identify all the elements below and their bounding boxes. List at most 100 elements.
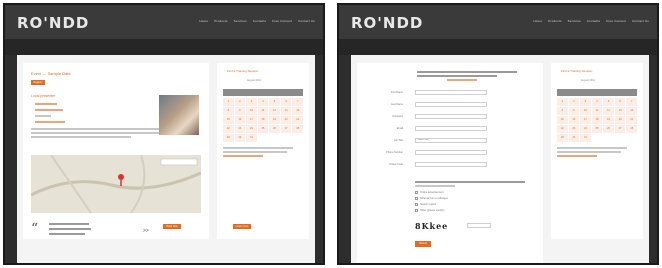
calendar-day[interactable]: 5 — [603, 98, 614, 106]
calendar-day[interactable]: 15 — [223, 116, 234, 124]
postal-code-field[interactable] — [415, 162, 487, 167]
calendar-day[interactable]: 4 — [591, 98, 603, 106]
calendar-day[interactable]: 4 — [257, 98, 269, 106]
nav-item-products[interactable]: Products — [548, 19, 561, 23]
calendar-day[interactable]: 16 — [568, 116, 580, 124]
calendar-day[interactable]: 6 — [614, 98, 626, 106]
job-title-select[interactable]: Select one — [415, 138, 487, 143]
calendar-day[interactable]: 2 — [568, 98, 580, 106]
calendar-day[interactable]: 5 — [269, 98, 280, 106]
calendar-day[interactable]: 13 — [614, 107, 626, 115]
calendar-day[interactable]: 9 — [234, 107, 246, 115]
calendar-day[interactable]: 27 — [614, 125, 626, 133]
calendar-day[interactable]: 12 — [603, 107, 614, 115]
calendar-day[interactable]: 23 — [568, 125, 580, 133]
calendar-day[interactable]: 7 — [626, 98, 637, 106]
calendar-day[interactable]: 22 — [557, 125, 568, 133]
calendar-day[interactable]: 16 — [234, 116, 246, 124]
calendar-day[interactable]: 12 — [269, 107, 280, 115]
calendar-day[interactable]: 26 — [603, 125, 614, 133]
calendar-day[interactable]: 29 — [223, 134, 234, 142]
register-button[interactable]: Register — [31, 80, 45, 85]
calendar-day[interactable]: 1 — [557, 98, 568, 106]
checkbox[interactable] — [415, 197, 418, 200]
last-name-field[interactable] — [415, 102, 487, 107]
learn-more-button[interactable]: Learn more — [233, 224, 251, 229]
company-field[interactable] — [415, 114, 487, 119]
nav-item-free-content[interactable]: Free Content — [606, 19, 626, 23]
calendar-day[interactable]: 6 — [280, 98, 292, 106]
calendar-day[interactable]: 24 — [246, 125, 257, 133]
option-row[interactable]: Search engine — [415, 203, 436, 206]
option-row[interactable]: Online advertisement — [415, 191, 444, 194]
nav-item-products[interactable]: Products — [214, 19, 227, 23]
calendar-day[interactable]: 14 — [626, 107, 637, 115]
calendar-day[interactable]: 25 — [591, 125, 603, 133]
calendar-day[interactable]: 18 — [591, 116, 603, 124]
book-now-button[interactable]: Book Now — [163, 224, 181, 229]
email-field[interactable] — [415, 126, 487, 131]
phone-field[interactable] — [415, 150, 487, 155]
intro-link[interactable] — [447, 79, 477, 81]
calendar-day[interactable]: 19 — [603, 116, 614, 124]
calendar-day[interactable]: 31 — [580, 134, 591, 142]
calendar-day[interactable]: 3 — [580, 98, 591, 106]
nav-item-contact-us[interactable]: Contact Us — [632, 19, 649, 23]
calendar-day[interactable]: 10 — [580, 107, 591, 115]
nav-item-home[interactable]: Home — [199, 19, 208, 23]
calendar-day[interactable]: 30 — [568, 134, 580, 142]
calendar-day[interactable]: 15 — [557, 116, 568, 124]
calendar-day[interactable]: 26 — [269, 125, 280, 133]
option-row[interactable]: Referral from a colleague — [415, 197, 448, 200]
nav-item-contact-us[interactable]: Contact Us — [298, 19, 315, 23]
nav-item-home[interactable]: Home — [533, 19, 542, 23]
calendar-day[interactable]: 7 — [292, 98, 303, 106]
captcha-field[interactable] — [467, 223, 491, 228]
calendar-day[interactable]: 10 — [246, 107, 257, 115]
calendar-day[interactable]: 2 — [234, 98, 246, 106]
calendar-day[interactable]: 1 — [223, 98, 234, 106]
option-row[interactable]: Other (please specify) — [415, 209, 444, 212]
calendar-day[interactable]: 11 — [257, 107, 269, 115]
calendar-day[interactable]: 11 — [591, 107, 603, 115]
calendar-day[interactable]: 28 — [292, 125, 303, 133]
calendar-day[interactable]: 8 — [223, 107, 234, 115]
nav-item-services[interactable]: Services — [568, 19, 581, 23]
calendar-day[interactable]: 20 — [280, 116, 292, 124]
calendar-day[interactable]: 23 — [234, 125, 246, 133]
calendar-day[interactable]: 30 — [234, 134, 246, 142]
calendar-day[interactable]: 31 — [246, 134, 257, 142]
nav-item-free-content[interactable]: Free Content — [272, 19, 292, 23]
calendar-note-link[interactable] — [557, 155, 597, 157]
calendar-day[interactable]: 18 — [257, 116, 269, 124]
calendar-day[interactable]: 29 — [557, 134, 568, 142]
calendar-day[interactable]: 14 — [292, 107, 303, 115]
calendar-day[interactable]: 17 — [580, 116, 591, 124]
nav-item-services[interactable]: Services — [234, 19, 247, 23]
next-arrow[interactable]: >> — [143, 228, 149, 234]
logo[interactable]: RO'NDD — [351, 14, 423, 32]
calendar-day[interactable]: 20 — [614, 116, 626, 124]
checkbox[interactable] — [415, 209, 418, 212]
logo[interactable]: RO'NDD — [17, 14, 89, 32]
calendar-day[interactable]: 8 — [557, 107, 568, 115]
calendar-day[interactable]: 21 — [626, 116, 637, 124]
checkbox[interactable] — [415, 191, 418, 194]
calendar-note-link[interactable] — [223, 155, 263, 157]
calendar-day[interactable]: 28 — [626, 125, 637, 133]
calendar-day[interactable]: 13 — [280, 107, 292, 115]
submit-button[interactable]: Submit — [415, 241, 431, 247]
calendar-day[interactable]: 25 — [257, 125, 269, 133]
calendar-day[interactable]: 19 — [269, 116, 280, 124]
calendar-day[interactable]: 17 — [246, 116, 257, 124]
calendar-day[interactable]: 21 — [292, 116, 303, 124]
calendar-day[interactable]: 24 — [580, 125, 591, 133]
calendar-day[interactable]: 22 — [223, 125, 234, 133]
calendar-day[interactable]: 27 — [280, 125, 292, 133]
calendar-day[interactable]: 3 — [246, 98, 257, 106]
nav-item-contacts[interactable]: Contacts — [587, 19, 600, 23]
nav-item-contacts[interactable]: Contacts — [253, 19, 266, 23]
calendar-day[interactable]: 9 — [568, 107, 580, 115]
location-map[interactable] — [31, 155, 201, 213]
first-name-field[interactable] — [415, 90, 487, 95]
